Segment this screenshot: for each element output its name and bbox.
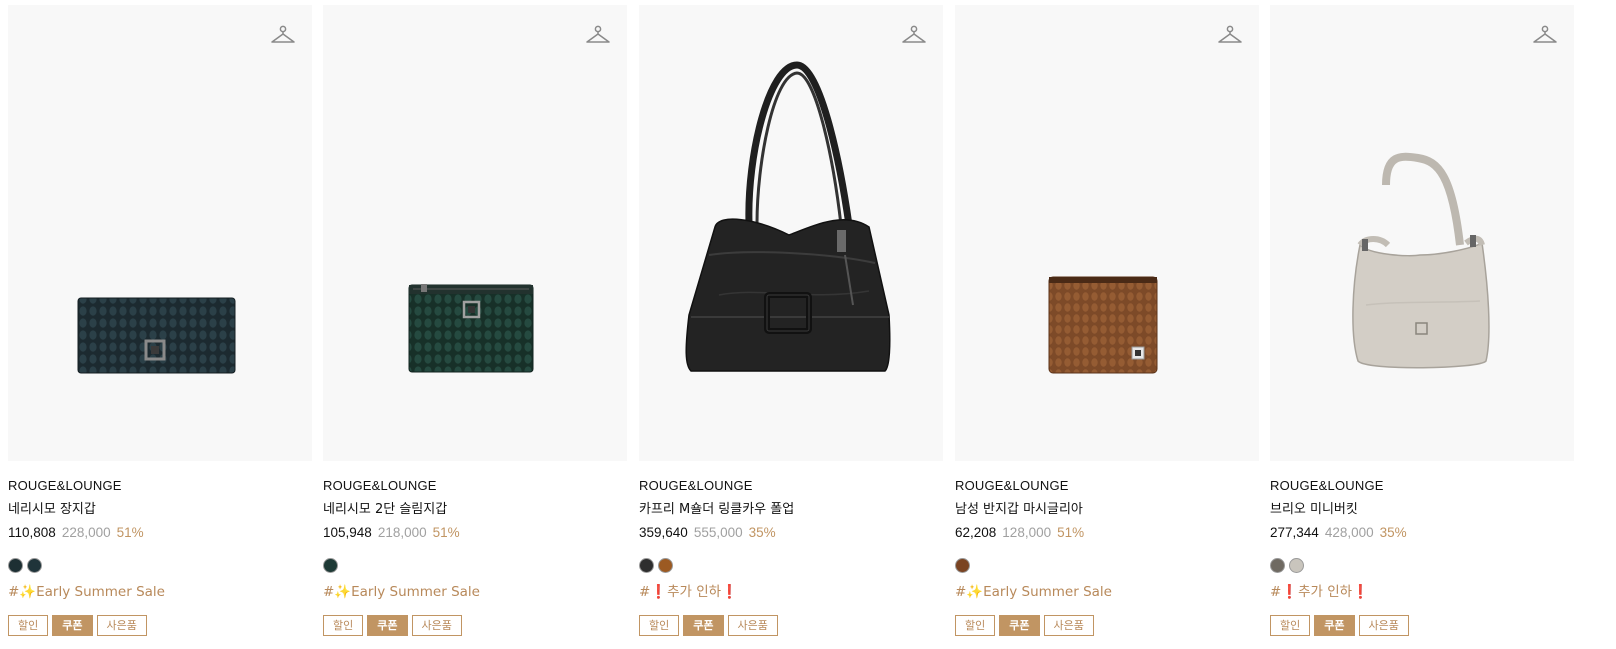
product-name[interactable]: 네리시모 장지갑	[8, 501, 312, 518]
price-row: 110,808 228,000 51%	[8, 524, 312, 542]
product-card[interactable]: ROUGE&LOUNGE 네리시모 2단 슬림지갑 105,948 218,000…	[323, 5, 627, 636]
hanger-icon[interactable]	[901, 23, 927, 49]
badge-row: 할인 쿠폰 사은품	[8, 615, 312, 636]
discount-badge: 할인	[639, 615, 680, 636]
product-brand[interactable]: ROUGE&LOUNGE	[955, 477, 1259, 494]
gift-badge: 사은품	[411, 615, 462, 636]
color-swatch[interactable]	[639, 558, 654, 573]
hanger-icon[interactable]	[585, 23, 611, 49]
color-swatch[interactable]	[658, 558, 673, 573]
coupon-badge: 쿠폰	[683, 615, 724, 636]
product-card[interactable]: ROUGE&LOUNGE 브리오 미니버킷 277,344 428,000 35% …	[1270, 5, 1574, 636]
gift-badge: 사은품	[727, 615, 778, 636]
promo-tag[interactable]: #❗추가 인하❗	[639, 583, 943, 601]
original-price: 218,000	[377, 525, 427, 540]
product-brand[interactable]: ROUGE&LOUNGE	[323, 477, 627, 494]
price-row: 277,344 428,000 35%	[1270, 524, 1574, 542]
badge-row: 할인 쿠폰 사은품	[955, 615, 1259, 636]
color-swatch[interactable]	[8, 558, 23, 573]
product-image[interactable]	[955, 5, 1259, 461]
badge-row: 할인 쿠폰 사은품	[323, 615, 627, 636]
product-brand[interactable]: ROUGE&LOUNGE	[8, 477, 312, 494]
discount-rate: 35%	[1379, 525, 1407, 540]
original-price: 428,000	[1324, 525, 1374, 540]
color-swatch[interactable]	[955, 558, 970, 573]
price-row: 105,948 218,000 51%	[323, 524, 627, 542]
hanger-icon[interactable]	[270, 23, 296, 49]
price-row: 359,640 555,000 35%	[639, 524, 943, 542]
sale-price: 359,640	[639, 525, 688, 540]
promo-tag[interactable]: #✨Early Summer Sale	[955, 583, 1259, 601]
color-swatch[interactable]	[1270, 558, 1285, 573]
product-card[interactable]: ROUGE&LOUNGE 네리시모 장지갑 110,808 228,000 51% …	[8, 5, 312, 636]
product-name[interactable]: 카프리 M숄더 링클카우 폴업	[639, 501, 943, 518]
coupon-badge: 쿠폰	[367, 615, 408, 636]
sale-price: 62,208	[955, 525, 997, 540]
badge-row: 할인 쿠폰 사은품	[1270, 615, 1574, 636]
gift-badge: 사은품	[1358, 615, 1409, 636]
promo-tag[interactable]: #❗추가 인하❗	[1270, 583, 1574, 601]
product-image-box[interactable]	[8, 5, 312, 461]
product-card[interactable]: ROUGE&LOUNGE 남성 반지갑 마시글리아 62,208 128,000 5…	[955, 5, 1259, 636]
sale-price: 277,344	[1270, 525, 1319, 540]
coupon-badge: 쿠폰	[999, 615, 1040, 636]
discount-badge: 할인	[955, 615, 996, 636]
promo-tag[interactable]: #✨Early Summer Sale	[323, 583, 627, 601]
product-name[interactable]: 네리시모 2단 슬림지갑	[323, 501, 627, 518]
promo-tag[interactable]: #✨Early Summer Sale	[8, 583, 312, 601]
discount-badge: 할인	[323, 615, 364, 636]
product-brand[interactable]: ROUGE&LOUNGE	[1270, 477, 1574, 494]
product-image-box[interactable]	[1270, 5, 1574, 461]
discount-rate: 51%	[116, 525, 144, 540]
hanger-icon[interactable]	[1217, 23, 1243, 49]
discount-rate: 51%	[1057, 525, 1085, 540]
discount-rate: 51%	[432, 525, 460, 540]
product-grid: ROUGE&LOUNGE 네리시모 장지갑 110,808 228,000 51% …	[0, 0, 1616, 649]
color-swatches	[639, 558, 943, 574]
product-image[interactable]	[639, 5, 943, 461]
product-name[interactable]: 남성 반지갑 마시글리아	[955, 501, 1259, 518]
discount-badge: 할인	[1270, 615, 1311, 636]
product-card[interactable]: ROUGE&LOUNGE 카프리 M숄더 링클카우 폴업 359,640 555,…	[639, 5, 943, 636]
discount-badge: 할인	[8, 615, 49, 636]
gift-badge: 사은품	[1043, 615, 1094, 636]
color-swatches	[8, 558, 312, 574]
hanger-icon[interactable]	[1532, 23, 1558, 49]
original-price: 228,000	[61, 525, 111, 540]
color-swatch[interactable]	[1289, 558, 1304, 573]
color-swatches	[1270, 558, 1574, 574]
sale-price: 105,948	[323, 525, 372, 540]
badge-row: 할인 쿠폰 사은품	[639, 615, 943, 636]
product-image[interactable]	[1270, 5, 1574, 461]
price-row: 62,208 128,000 51%	[955, 524, 1259, 542]
original-price: 128,000	[1002, 525, 1052, 540]
color-swatch[interactable]	[323, 558, 338, 573]
product-image-box[interactable]	[639, 5, 943, 461]
product-image-box[interactable]	[955, 5, 1259, 461]
coupon-badge: 쿠폰	[52, 615, 93, 636]
product-image[interactable]	[8, 5, 312, 461]
gift-badge: 사은품	[96, 615, 147, 636]
discount-rate: 35%	[748, 525, 776, 540]
sale-price: 110,808	[8, 525, 56, 540]
product-image-box[interactable]	[323, 5, 627, 461]
original-price: 555,000	[693, 525, 743, 540]
color-swatches	[323, 558, 627, 574]
color-swatch[interactable]	[27, 558, 42, 573]
product-image[interactable]	[323, 5, 627, 461]
coupon-badge: 쿠폰	[1314, 615, 1355, 636]
color-swatches	[955, 558, 1259, 574]
product-brand[interactable]: ROUGE&LOUNGE	[639, 477, 943, 494]
product-name[interactable]: 브리오 미니버킷	[1270, 501, 1574, 518]
